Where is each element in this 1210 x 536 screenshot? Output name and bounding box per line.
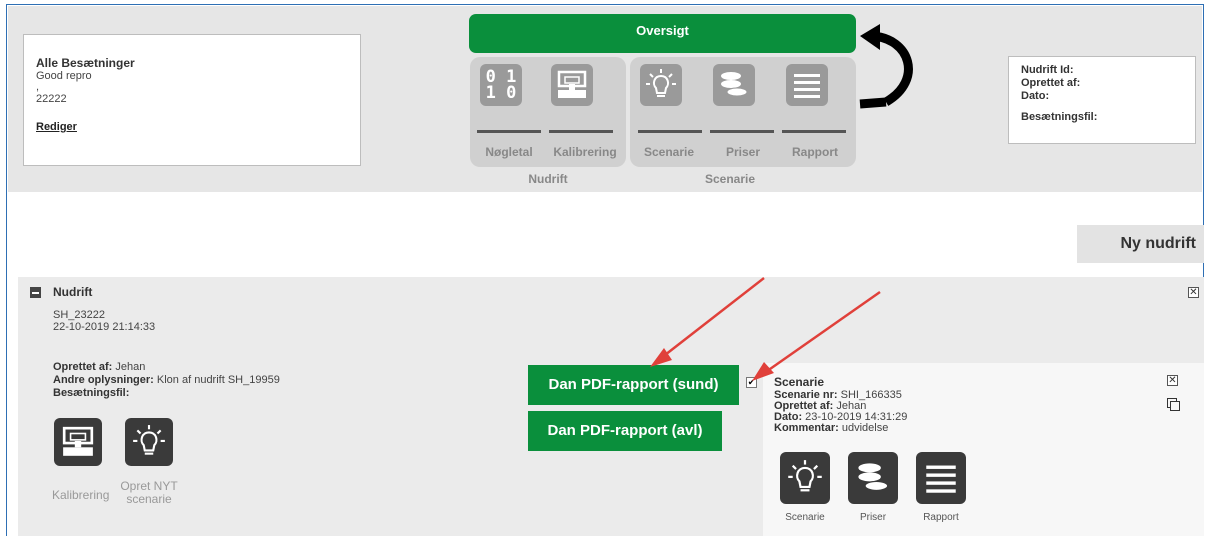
meta-nudrift-id: Nudrift Id:: [1021, 64, 1074, 76]
herd-subtitle: Good repro: [36, 70, 92, 82]
nav-scenarie-label[interactable]: Scenarie: [629, 145, 709, 159]
besaetningsfil-label: Besætningsfil:: [53, 387, 130, 399]
andre-value: Klon af nudrift SH_19959: [156, 374, 280, 386]
herd-info-card: Alle Besætninger Good repro , 22222 Redi…: [23, 34, 361, 166]
nudrift-oprettet-row: Oprettet af: Jehan: [53, 361, 145, 373]
group-scenarie-label: Scenarie: [704, 172, 756, 186]
noegletal-bar: [477, 130, 541, 133]
nav-priser-label[interactable]: Priser: [703, 145, 783, 159]
annotation-arrows: [650, 277, 881, 381]
list-icon[interactable]: [786, 64, 828, 106]
rapport-bar: [782, 130, 846, 133]
priser-icon-label[interactable]: Priser: [843, 512, 903, 523]
curved-arrow-icon: [859, 24, 913, 109]
kalibrering-bar: [549, 130, 613, 133]
copy-icon[interactable]: [1167, 398, 1180, 411]
nav-rapport-label[interactable]: Rapport: [775, 145, 855, 159]
nudrift-id: SH_23222: [53, 309, 105, 321]
coins-icon[interactable]: [713, 64, 755, 106]
close-icon[interactable]: ✕: [1167, 375, 1178, 386]
oprettet-label: Oprettet af:: [53, 361, 113, 373]
andre-label: Andre oplysninger:: [53, 374, 154, 386]
new-nudrift-button[interactable]: Ny nudrift: [1077, 225, 1204, 263]
lightbulb-icon[interactable]: [125, 418, 173, 466]
binary-icon[interactable]: 0 11 0: [480, 64, 522, 106]
scenario-kommentar-label: Kommentar:: [774, 422, 839, 434]
oprettet-value: Jehan: [115, 361, 146, 373]
meta-oprettet: Oprettet af:: [1021, 77, 1081, 89]
herd-number: 22222: [36, 93, 67, 105]
priser-bar: [710, 130, 774, 133]
herd-title: Alle Besætninger: [36, 56, 135, 70]
nav-kalibrering-label[interactable]: Kalibrering: [545, 145, 625, 159]
lightbulb-icon[interactable]: [640, 64, 682, 106]
opret-scenarie-label[interactable]: Opret NYT scenarie: [119, 480, 179, 506]
nudrift-andre-row: Andre oplysninger: Klon af nudrift SH_19…: [53, 374, 280, 386]
nudrift-title: Nudrift: [53, 285, 93, 299]
coins-icon[interactable]: [848, 452, 898, 504]
group-nudrift-label: Nudrift: [528, 172, 568, 186]
pdf-avl-button[interactable]: Dan PDF-rapport (avl): [528, 411, 722, 451]
scenario-kommentar-value: udvidelse: [841, 422, 889, 434]
oversigt-button[interactable]: Oversigt: [469, 14, 856, 53]
close-icon[interactable]: ✕: [1188, 287, 1199, 298]
meta-besaetningsfil: Besætningsfil:: [1021, 111, 1098, 123]
scenarie-bar: [638, 130, 702, 133]
scenario-kommentar-row: Kommentar: udvidelse: [774, 423, 888, 434]
nav-noegletal-label[interactable]: Nøgletal: [469, 145, 549, 159]
collapse-icon[interactable]: [30, 287, 41, 298]
nudrift-meta-card: Nudrift Id: Oprettet af: Dato: Besætning…: [1008, 56, 1196, 144]
nudrift-datetime: 22-10-2019 21:14:33: [53, 321, 156, 333]
kalibrering-action-label[interactable]: Kalibrering: [52, 488, 109, 502]
scenario-icon-label[interactable]: Scenarie: [775, 512, 835, 523]
calibration-icon[interactable]: [551, 64, 593, 106]
meta-dato: Dato:: [1021, 90, 1050, 102]
herd-comma: ,: [36, 81, 40, 93]
rapport-icon-label[interactable]: Rapport: [911, 512, 971, 523]
lightbulb-icon[interactable]: [780, 452, 830, 504]
edit-link[interactable]: Rediger: [36, 121, 77, 133]
list-icon[interactable]: [916, 452, 966, 504]
calibration-icon[interactable]: [54, 418, 102, 466]
